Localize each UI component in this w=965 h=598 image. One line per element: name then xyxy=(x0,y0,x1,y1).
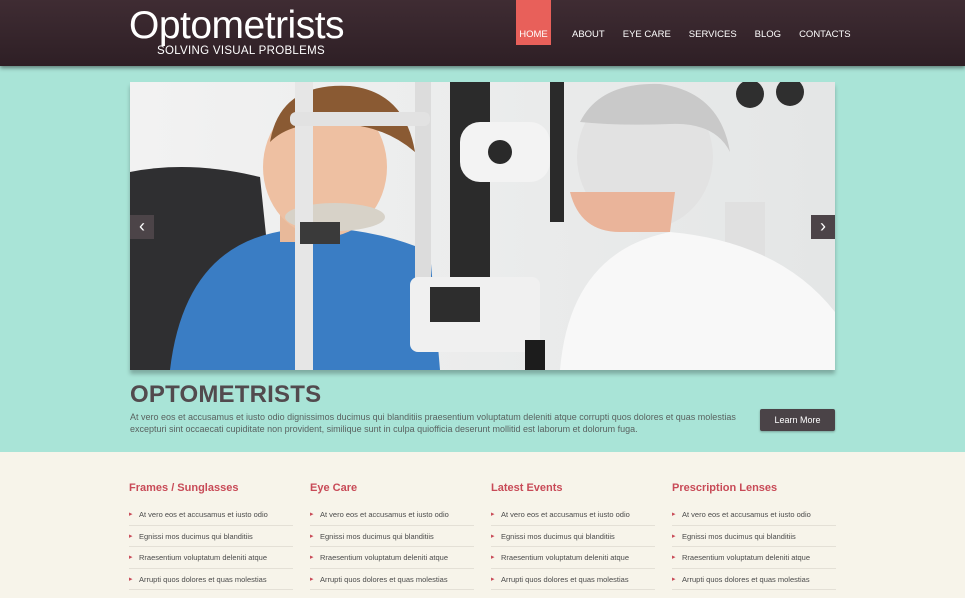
bullet-icon: ▸ xyxy=(310,532,314,540)
list-item[interactable]: ▸ Egnissi mos ducimus qui blanditiis xyxy=(672,526,836,547)
bullet-icon: ▸ xyxy=(672,554,676,561)
bullet-icon: ▸ xyxy=(672,532,676,540)
list-item[interactable]: ▸ Arrupti quos dolores et quas molestias xyxy=(310,569,474,590)
nav-blog[interactable]: BLOG xyxy=(746,0,790,45)
main-nav: HOME ABOUT EYE CARE SERVICES BLOG CONTAC… xyxy=(516,0,860,45)
bullet-icon: ▸ xyxy=(310,590,314,598)
site-header: Optometrists SOLVING VISUAL PROBLEMS HOM… xyxy=(0,0,965,66)
site-logo[interactable]: Optometrists xyxy=(129,4,345,48)
bullet-icon: ▸ xyxy=(129,575,133,583)
list-item[interactable]: ▸ xyxy=(129,590,293,598)
nav-services[interactable]: SERVICES xyxy=(680,0,746,45)
column-prescription-lenses: Prescription Lenses ▸ At vero eos et accu… xyxy=(672,482,836,598)
list-item[interactable]: ▸ At vero eos et accusamus et iusto odio xyxy=(310,504,474,526)
list-item[interactable]: ▸ Arrupti quos dolores et quas molestias xyxy=(491,569,655,590)
list-item[interactable]: ▸ Rraesentium voluptatum deleniti atque xyxy=(491,547,655,569)
bullet-icon: ▸ xyxy=(491,575,495,583)
bullet-icon: ▸ xyxy=(491,532,495,540)
bullet-icon: ▸ xyxy=(672,575,676,583)
bullet-icon: ▸ xyxy=(310,511,314,518)
nav-about[interactable]: ABOUT xyxy=(563,0,614,45)
column-frames-sunglasses: Frames / Sunglasses ▸ At vero eos et accu… xyxy=(129,482,293,598)
nav-contacts[interactable]: CONTACTS xyxy=(790,0,860,45)
bullet-icon: ▸ xyxy=(491,511,495,518)
nav-eye-care[interactable]: EYE CARE xyxy=(614,0,680,45)
list-item[interactable]: ▸ Arrupti quos dolores et quas molestias xyxy=(129,569,293,590)
list-item[interactable]: ▸ Egnissi mos ducimus qui blanditiis xyxy=(491,526,655,547)
bullet-icon: ▸ xyxy=(310,575,314,583)
list-item[interactable]: ▸ Arrupti quos dolores et quas molestias xyxy=(672,569,836,590)
nav-home[interactable]: HOME xyxy=(516,0,551,45)
list-item[interactable]: ▸ Rraesentium voluptatum deleniti atque xyxy=(129,547,293,569)
list-item[interactable]: ▸ At vero eos et accusamus et iusto odio xyxy=(129,504,293,526)
column-title[interactable]: Latest Events xyxy=(491,482,655,496)
list-item[interactable]: ▸ Egnissi mos ducimus qui blanditiis xyxy=(129,526,293,547)
list-item[interactable]: ▸ Rraesentium voluptatum deleniti atque xyxy=(672,547,836,569)
list-item[interactable]: ▸ xyxy=(491,590,655,598)
list-item[interactable]: ▸ xyxy=(310,590,474,598)
bullet-icon: ▸ xyxy=(129,511,133,518)
site-tagline: SOLVING VISUAL PROBLEMS xyxy=(157,45,325,57)
hero-title: OPTOMETRISTS xyxy=(130,381,322,408)
column-title[interactable]: Eye Care xyxy=(310,482,474,496)
bullet-icon: ▸ xyxy=(672,511,676,518)
column-eye-care: Eye Care ▸ At vero eos et accusamus et iu… xyxy=(310,482,474,598)
hero-text: At vero eos et accusamus et iusto odio d… xyxy=(130,412,736,434)
list-item[interactable]: ▸ Egnissi mos ducimus qui blanditiis xyxy=(310,526,474,547)
bullet-icon: ▸ xyxy=(491,590,495,598)
list-item[interactable]: ▸ At vero eos et accusamus et iusto odio xyxy=(672,504,836,526)
hero-slider-image xyxy=(130,82,835,370)
bullet-icon: ▸ xyxy=(129,532,133,540)
list-item[interactable]: ▸ Rraesentium voluptatum deleniti atque xyxy=(310,547,474,569)
bullet-icon: ▸ xyxy=(129,554,133,561)
column-latest-events: Latest Events ▸ At vero eos et accusamus … xyxy=(491,482,655,598)
bullet-icon: ▸ xyxy=(672,590,676,598)
eye-exam-illustration xyxy=(130,82,835,370)
column-title[interactable]: Prescription Lenses xyxy=(672,482,836,496)
bullet-icon: ▸ xyxy=(310,554,314,561)
bullet-icon: ▸ xyxy=(129,590,133,598)
slider-prev-button[interactable]: ‹ xyxy=(130,215,154,239)
learn-more-button[interactable]: Learn More xyxy=(760,409,835,431)
column-title[interactable]: Frames / Sunglasses xyxy=(129,482,293,496)
list-item[interactable]: ▸ xyxy=(672,590,836,598)
slider-next-button[interactable]: › xyxy=(811,215,835,239)
bullet-icon: ▸ xyxy=(491,554,495,561)
list-item[interactable]: ▸ At vero eos et accusamus et iusto odio xyxy=(491,504,655,526)
